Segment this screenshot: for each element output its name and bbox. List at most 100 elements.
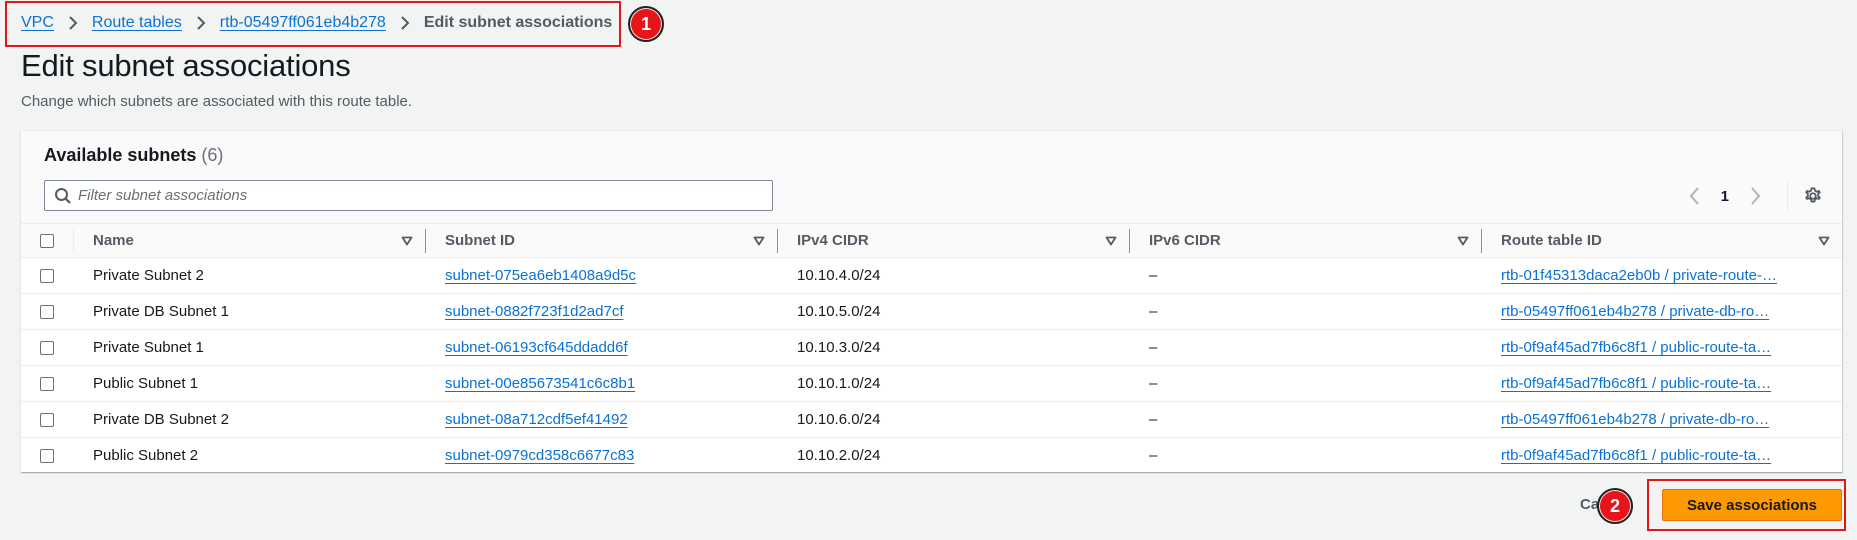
ipv6-cidr: – — [1149, 375, 1158, 392]
sort-caret-down-icon[interactable] — [401, 236, 413, 246]
ipv6-cidr: – — [1149, 447, 1158, 465]
subnet-id-cell: subnet-08a712cdf5ef41492 — [425, 402, 777, 438]
annotation-box-1 — [5, 1, 621, 47]
column-label: IPv6 CIDR — [1149, 232, 1221, 249]
route-table-link[interactable]: rtb-0f9af45ad7fb6c8f1 / public-route-ta… — [1501, 339, 1771, 356]
row-checkbox[interactable] — [40, 413, 54, 428]
ipv6-cidr: – — [1149, 303, 1158, 320]
subnet-id-link[interactable]: subnet-00e85673541c6c8b1 — [445, 375, 635, 392]
sort-caret-down-icon[interactable] — [753, 236, 765, 246]
select-all-checkbox[interactable] — [40, 234, 54, 249]
row-checkbox[interactable] — [40, 341, 54, 356]
chevron-left-icon — [1689, 187, 1699, 205]
table-row[interactable]: Public Subnet 1 subnet-00e85673541c6c8b1… — [21, 366, 1842, 402]
ipv4-cidr: 10.10.6.0/24 — [797, 411, 881, 428]
pagination: 1 — [1681, 179, 1842, 213]
current-page-number[interactable]: 1 — [1721, 188, 1729, 205]
page-description: Change which subnets are associated with… — [21, 93, 413, 110]
search-icon — [55, 187, 71, 204]
ipv4-cidr: 10.10.5.0/24 — [797, 303, 881, 320]
row-select-cell — [21, 258, 73, 294]
column-label: Route table ID — [1501, 232, 1602, 249]
table-row[interactable]: Public Subnet 2 subnet-0979cd358c6677c83… — [21, 438, 1842, 474]
table-row[interactable]: Private DB Subnet 2 subnet-08a712cdf5ef4… — [21, 402, 1842, 438]
gear-icon[interactable] — [1802, 185, 1824, 207]
column-label: Name — [93, 232, 134, 249]
ipv6-cidr: – — [1149, 339, 1158, 356]
table-row[interactable]: Private Subnet 1 subnet-06193cf645ddadd6… — [21, 330, 1842, 366]
subnet-count: (6) — [201, 145, 224, 165]
sort-caret-down-icon[interactable] — [1818, 236, 1830, 246]
annotation-box-2 — [1647, 479, 1846, 531]
subnet-name: Public Subnet 2 — [93, 447, 199, 465]
ipv4-cidr: 10.10.1.0/24 — [797, 375, 881, 392]
route-table-link[interactable]: rtb-05497ff061eb4b278 / private-db-ro… — [1501, 411, 1769, 428]
row-checkbox[interactable] — [40, 377, 54, 392]
route-table-link[interactable]: rtb-05497ff061eb4b278 / private-db-ro… — [1501, 303, 1769, 320]
row-select-cell — [21, 294, 73, 330]
route-table-cell: rtb-01f45313daca2eb0b / private-route-… — [1481, 258, 1842, 294]
subnet-id-link[interactable]: subnet-0979cd358c6677c83 — [445, 447, 634, 464]
subnet-id-link[interactable]: subnet-0882f723f1d2ad7cf — [445, 303, 623, 320]
route-table-link[interactable]: rtb-0f9af45ad7fb6c8f1 / public-route-ta… — [1501, 447, 1771, 464]
subnet-name: Private Subnet 1 — [93, 339, 204, 356]
chevron-right-icon — [1751, 187, 1761, 205]
filter-input[interactable] — [78, 181, 772, 210]
subnet-name: Private DB Subnet 1 — [93, 303, 229, 320]
subnets-table: Name Subnet ID IPv4 CIDR IPv6 CIDR Route… — [21, 223, 1842, 474]
subnet-id-cell: subnet-0882f723f1d2ad7cf — [425, 294, 777, 330]
route-table-cell: rtb-0f9af45ad7fb6c8f1 / public-route-ta… — [1481, 438, 1842, 474]
subnet-name: Private Subnet 2 — [93, 267, 204, 284]
route-table-cell: rtb-0f9af45ad7fb6c8f1 / public-route-ta… — [1481, 366, 1842, 402]
subnet-id-cell: subnet-075ea6eb1408a9d5c — [425, 258, 777, 294]
column-label: Subnet ID — [445, 232, 515, 249]
route-table-cell: rtb-05497ff061eb4b278 / private-db-ro… — [1481, 402, 1842, 438]
route-table-link[interactable]: rtb-01f45313daca2eb0b / private-route-… — [1501, 267, 1777, 284]
subnet-id-cell: subnet-00e85673541c6c8b1 — [425, 366, 777, 402]
ipv6-cidr: – — [1149, 411, 1158, 428]
row-checkbox[interactable] — [40, 269, 54, 284]
column-header-ipv4-cidr[interactable]: IPv4 CIDR — [777, 224, 1129, 258]
annotation-badge-2: 2 — [1597, 488, 1633, 524]
route-table-link[interactable]: rtb-0f9af45ad7fb6c8f1 / public-route-ta… — [1501, 375, 1771, 392]
column-header-subnet-id[interactable]: Subnet ID — [425, 224, 777, 258]
ipv4-cidr: 10.10.2.0/24 — [797, 447, 881, 465]
column-header-route-table-id[interactable]: Route table ID — [1481, 224, 1842, 258]
table-header-row: Name Subnet ID IPv4 CIDR IPv6 CIDR Route… — [21, 223, 1842, 258]
row-select-cell — [21, 366, 73, 402]
subnet-id-cell: subnet-0979cd358c6677c83 — [425, 438, 777, 474]
panel-header: Available subnets (6) 1 — [21, 131, 1842, 223]
filter-field[interactable] — [44, 180, 773, 211]
row-checkbox[interactable] — [40, 305, 54, 320]
subnet-id-link[interactable]: subnet-06193cf645ddadd6f — [445, 339, 628, 356]
column-header-name[interactable]: Name — [73, 224, 425, 258]
table-row[interactable]: Private DB Subnet 1 subnet-0882f723f1d2a… — [21, 294, 1842, 330]
prev-page-button[interactable] — [1681, 183, 1707, 209]
pager-divider — [1787, 181, 1788, 211]
subnet-id-cell: subnet-06193cf645ddadd6f — [425, 330, 777, 366]
panel-title: Available subnets (6) — [44, 145, 223, 166]
ipv4-cidr: 10.10.3.0/24 — [797, 339, 881, 356]
ipv6-cidr: – — [1149, 267, 1158, 284]
ipv4-cidr: 10.10.4.0/24 — [797, 267, 881, 284]
column-divider — [425, 229, 426, 253]
available-subnets-panel: Available subnets (6) 1 — [21, 130, 1842, 472]
column-divider — [1481, 229, 1482, 253]
route-table-cell: rtb-05497ff061eb4b278 / private-db-ro… — [1481, 294, 1842, 330]
subnet-id-link[interactable]: subnet-075ea6eb1408a9d5c — [445, 267, 636, 284]
subnet-id-link[interactable]: subnet-08a712cdf5ef41492 — [445, 411, 628, 428]
sort-caret-down-icon[interactable] — [1457, 236, 1469, 246]
panel-title-text: Available subnets — [44, 145, 197, 165]
next-page-button[interactable] — [1743, 183, 1769, 209]
column-header-ipv6-cidr[interactable]: IPv6 CIDR — [1129, 224, 1481, 258]
row-checkbox[interactable] — [40, 449, 54, 464]
column-label: IPv4 CIDR — [797, 232, 869, 249]
column-divider — [1129, 229, 1130, 253]
route-table-cell: rtb-0f9af45ad7fb6c8f1 / public-route-ta… — [1481, 330, 1842, 366]
column-divider — [73, 229, 74, 253]
sort-caret-down-icon[interactable] — [1105, 236, 1117, 246]
table-row[interactable]: Private Subnet 2 subnet-075ea6eb1408a9d5… — [21, 258, 1842, 294]
subnet-name: Private DB Subnet 2 — [93, 411, 229, 428]
row-select-cell — [21, 438, 73, 474]
page-title: Edit subnet associations — [21, 48, 351, 83]
